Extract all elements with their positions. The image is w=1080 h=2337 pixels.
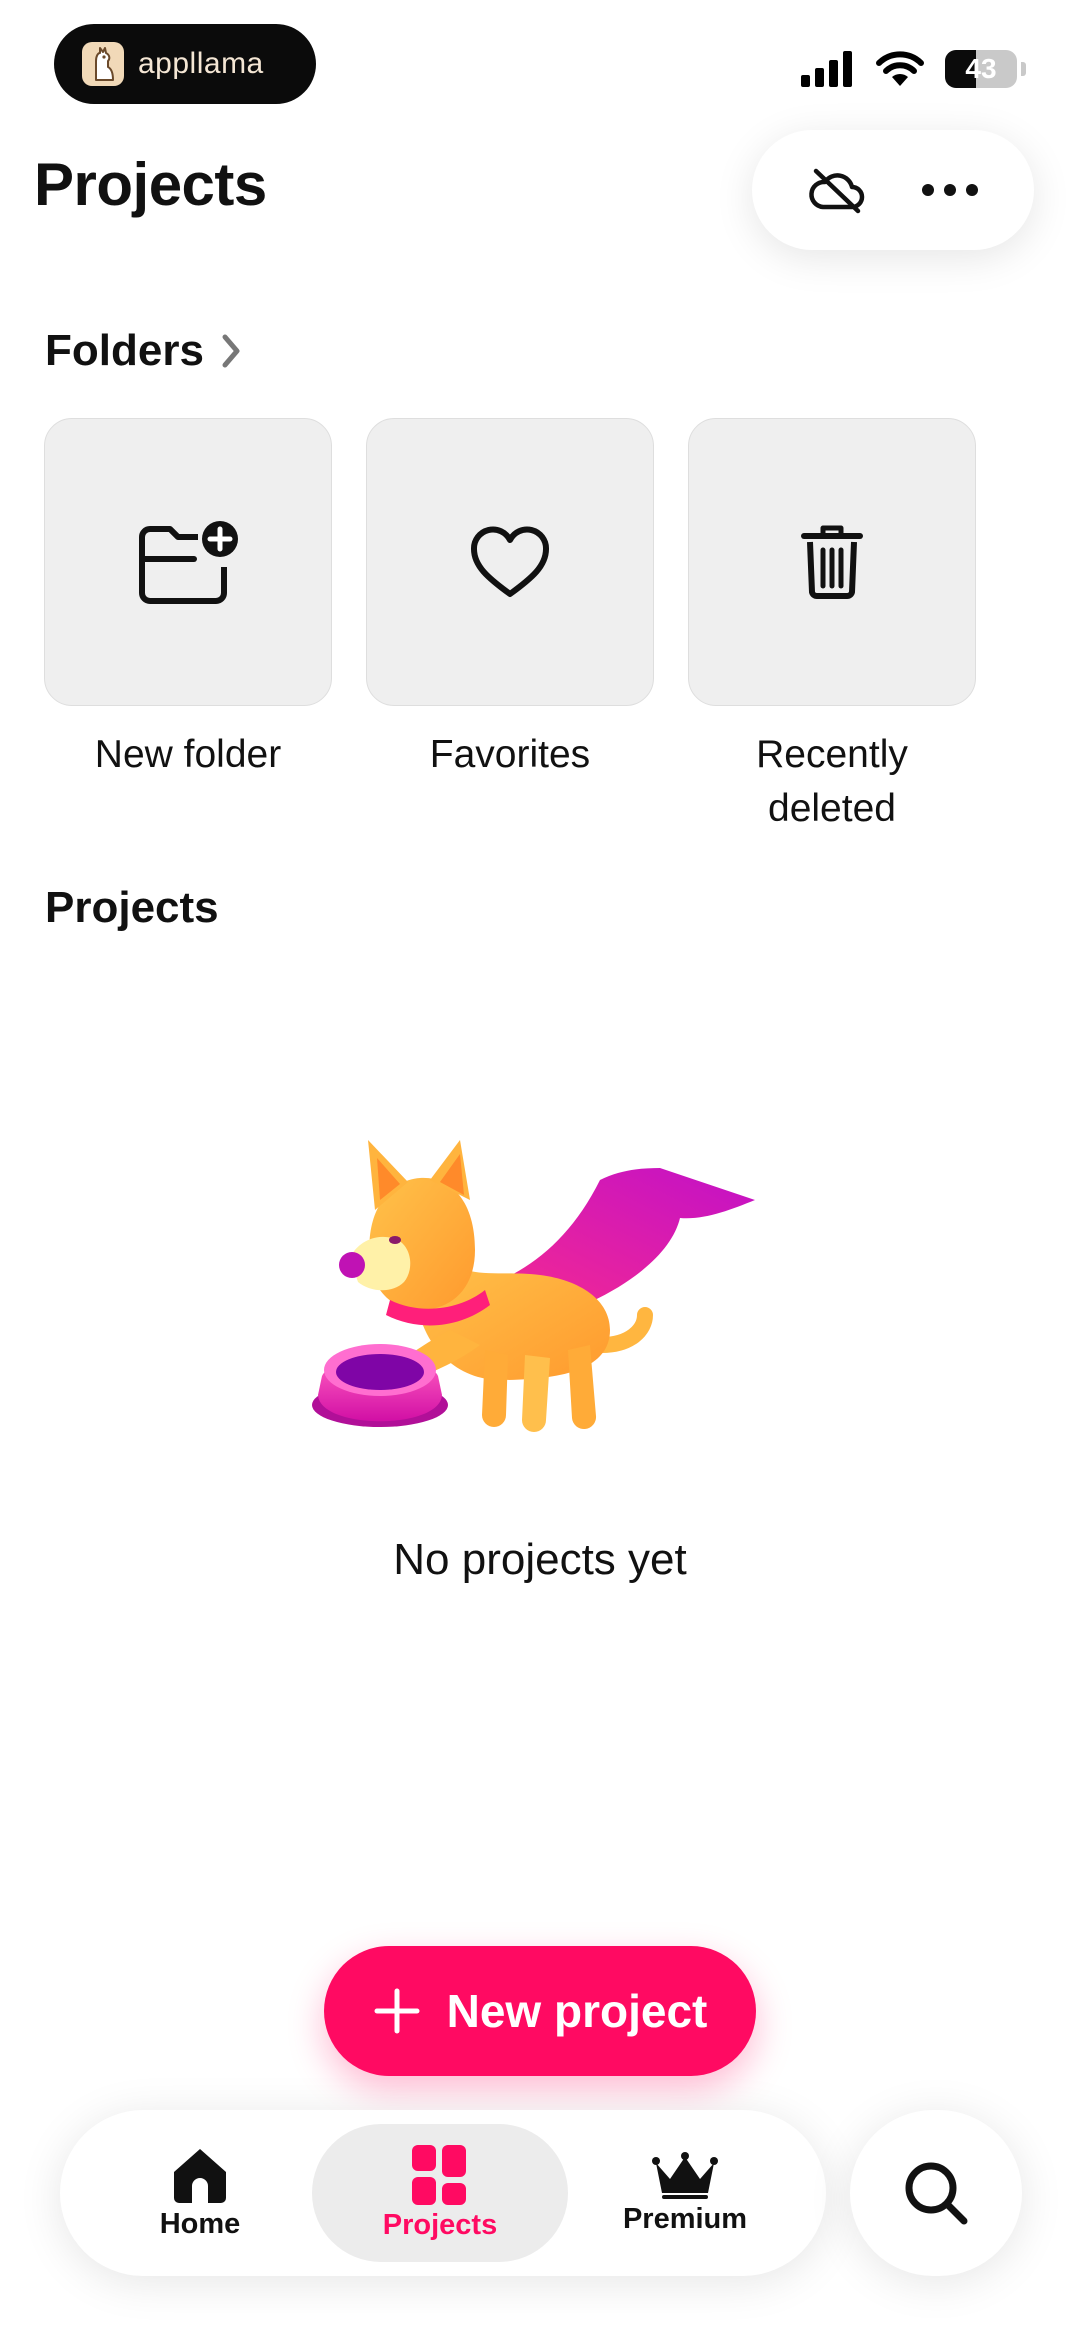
header-actions xyxy=(752,130,1034,250)
folder-label: Recently deleted xyxy=(756,733,908,830)
folder-favorites[interactable]: Favorites xyxy=(366,418,654,836)
heart-icon xyxy=(470,526,550,597)
nav-projects[interactable]: Projects xyxy=(312,2124,568,2262)
new-project-button[interactable]: New project xyxy=(324,1946,756,2076)
search-icon xyxy=(905,2162,968,2225)
nav-premium[interactable]: Premium xyxy=(557,2124,813,2262)
bottom-nav: Home Projects Premium xyxy=(60,2110,826,2276)
crown-icon xyxy=(652,2151,718,2199)
more-options-button[interactable] xyxy=(914,154,986,226)
cloud-sync-button[interactable] xyxy=(801,154,873,226)
cloud-off-icon xyxy=(808,168,864,214)
folder-recently-deleted[interactable]: Recently deleted xyxy=(688,418,976,836)
folder-new[interactable]: New folder xyxy=(44,418,332,836)
wifi-icon xyxy=(876,51,924,86)
signal-icon xyxy=(801,51,852,87)
plus-icon xyxy=(374,1988,420,2034)
search-button[interactable] xyxy=(850,2110,1022,2276)
battery-icon: 43 xyxy=(945,50,1017,88)
trash-icon xyxy=(801,525,863,599)
recently-deleted-tile[interactable] xyxy=(688,418,976,706)
folder-list: New folder Favorites Recently deleted xyxy=(44,418,976,836)
folders-header[interactable]: Folders xyxy=(45,326,242,376)
dog-illustration-icon xyxy=(312,1140,755,1432)
folder-label: New folder xyxy=(94,733,282,776)
battery-level: 43 xyxy=(965,53,997,84)
favorites-tile[interactable] xyxy=(366,418,654,706)
folder-add-icon xyxy=(139,521,238,604)
projects-title: Projects xyxy=(45,883,219,932)
app-badge[interactable]: appllama xyxy=(54,24,316,104)
nav-label: Premium xyxy=(622,2202,748,2235)
page-title: Projects xyxy=(34,151,267,218)
nav-label: Projects xyxy=(382,2208,498,2241)
empty-state-text: No projects yet xyxy=(393,1535,687,1584)
projects-header: Projects xyxy=(45,883,219,933)
folder-label: Favorites xyxy=(429,733,591,776)
more-icon xyxy=(921,184,978,196)
folders-title: Folders xyxy=(45,326,204,375)
new-project-label: New project xyxy=(446,1985,708,2037)
nav-label: Home xyxy=(159,2207,241,2240)
projects-grid-icon xyxy=(412,2144,466,2205)
chevron-right-icon xyxy=(222,334,240,368)
llama-logo-icon xyxy=(82,42,124,86)
app-badge-label: appllama xyxy=(138,47,264,80)
new-folder-tile[interactable] xyxy=(44,418,332,706)
nav-home[interactable]: Home xyxy=(72,2124,328,2262)
home-icon xyxy=(174,2148,226,2203)
status-icons: 43 xyxy=(801,48,1026,90)
